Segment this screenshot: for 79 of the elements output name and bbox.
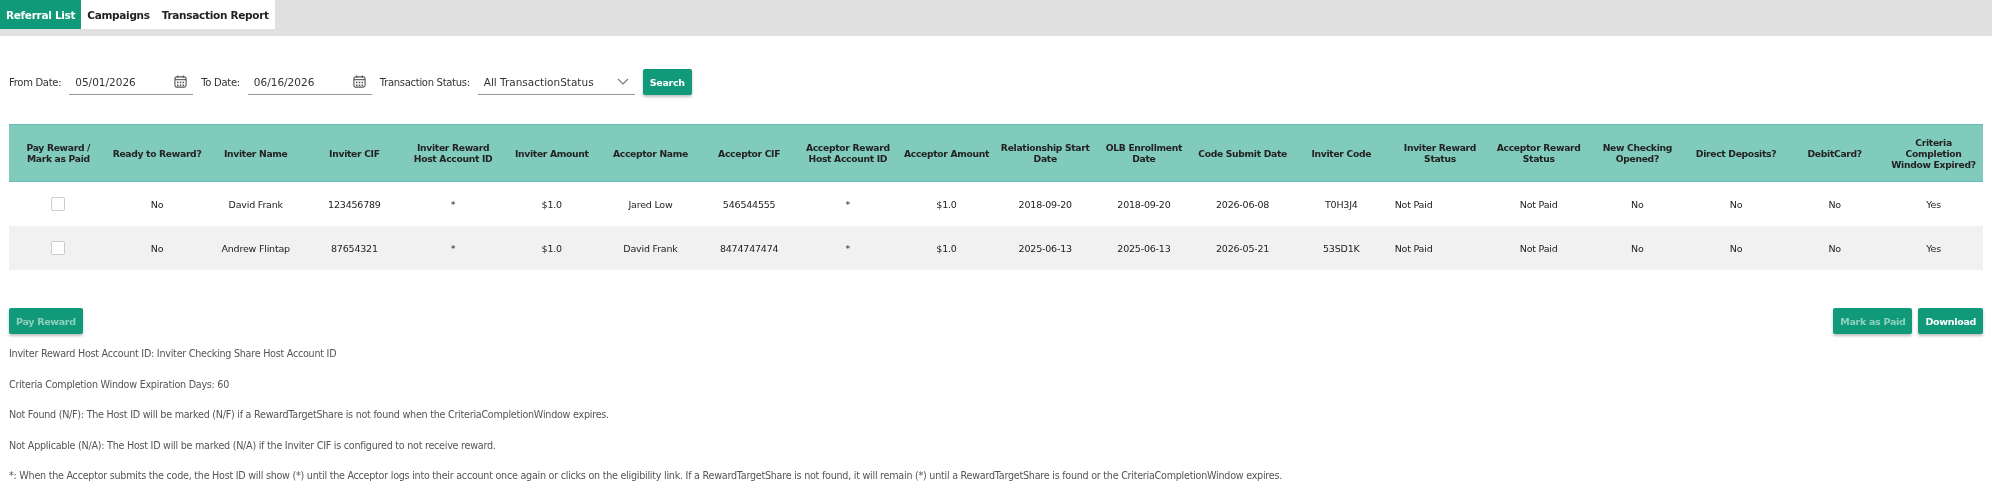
column-header: Inviter Amount (502, 124, 602, 182)
note-text: Criteria Completion Window Expiration Days: 60 (9, 378, 231, 390)
column-header: Inviter Reward Status (1390, 124, 1490, 182)
table-cell: 2018-09-20 (995, 181, 1095, 226)
date-field[interactable]: 06/16/2026 (247, 69, 372, 95)
date-field[interactable]: 05/01/2026 (69, 69, 194, 95)
search-button[interactable]: Search (642, 69, 692, 95)
calendar-icon[interactable] (352, 75, 366, 88)
column-header: Relationship Start Date (995, 124, 1095, 182)
table-cell: * (798, 226, 898, 270)
column-header: Inviter Reward Host Account ID (403, 124, 503, 182)
status-dropdown[interactable]: All TransactionStatus (477, 69, 635, 95)
row-checkbox[interactable] (51, 241, 66, 255)
column-header: Acceptor Name (601, 124, 700, 182)
column-header: DebitCard? (1785, 124, 1885, 182)
table-cell: 53SD1K (1291, 226, 1391, 270)
table-cell: * (403, 226, 503, 270)
table-cell: * (798, 181, 898, 226)
field-label: To Date: (201, 76, 240, 88)
tab[interactable]: Referral List (0, 0, 82, 29)
column-header: Acceptor Reward Status (1489, 124, 1588, 182)
table-cell: $1.0 (502, 226, 602, 270)
table-cell: Yes (1884, 181, 1983, 226)
table-cell: Not Paid (1390, 226, 1490, 270)
table-cell: No (1686, 181, 1786, 226)
column-header: Code Submit Date (1193, 124, 1292, 182)
table-cell: 2025-06-13 (1094, 226, 1194, 270)
table-cell: David Frank (206, 181, 306, 226)
note-text: *: When the Acceptor submits the code, the Host ID will show (*) until the Acceptor logs into their account once again or clicks on the eligibility link. If a RewardTargetShare is not found, it will remain (*) until a RewardTargetShare is found or the CriteriaCompletionWindow expires. (9, 470, 1284, 481)
table-cell: Not Paid (1390, 181, 1490, 226)
table-cell: No (1785, 226, 1885, 270)
action-button[interactable]: Download (1918, 308, 1983, 334)
column-header: New Checking Opened? (1588, 124, 1687, 182)
table-cell: 123456789 (305, 181, 404, 226)
calendar-icon[interactable] (174, 75, 188, 88)
column-header: Acceptor Amount (897, 124, 996, 182)
table-cell: 87654321 (305, 226, 404, 270)
table-cell: 2026-06-08 (1193, 181, 1292, 226)
table-cell: No (107, 226, 207, 270)
table-cell: 2018-09-20 (1094, 181, 1194, 226)
column-header: Inviter Name (206, 124, 306, 182)
table-cell: 2025-06-13 (995, 226, 1095, 270)
row-checkbox[interactable] (51, 197, 66, 211)
column-header: Pay Reward / Mark as Paid (9, 124, 108, 182)
table-cell: 546544555 (699, 181, 799, 226)
column-header: Acceptor CIF (699, 124, 799, 182)
note-text: Not Found (N/F): The Host ID will be marked (N/F) if a RewardTargetShare is not found when the CriteriaCompletionWindow expires. (9, 409, 610, 420)
tab[interactable]: Campaigns (81, 0, 156, 29)
column-header: Acceptor Reward Host Account ID (798, 124, 898, 182)
column-header: Criteria Completion Window Expired? (1884, 124, 1983, 182)
table-cell: 8474747474 (699, 226, 799, 270)
table-cell: No (1588, 181, 1687, 226)
table-cell: Andrew Flintap (206, 226, 306, 270)
table-cell: David Frank (601, 226, 700, 270)
column-header: Direct Deposits? (1686, 124, 1786, 182)
column-header: Ready to Reward? (107, 124, 207, 182)
note-text: Inviter Reward Host Account ID: Inviter Checking Share Host Account ID (9, 348, 338, 359)
field-label: From Date: (9, 76, 62, 88)
column-header: Inviter Code (1291, 124, 1391, 182)
table-cell: 2026-05-21 (1193, 226, 1292, 270)
table-cell: Not Paid (1489, 181, 1588, 226)
column-header: OLB Enrollment Date (1094, 124, 1194, 182)
table-cell: No (1785, 181, 1885, 226)
field-label: Transaction Status: (379, 76, 470, 88)
table-cell: No (1686, 226, 1786, 270)
tab[interactable]: Transaction Report (155, 0, 275, 29)
note-text: Not Applicable (N/A): The Host ID will be marked (N/A) if the Inviter CIF is configured to not receive reward. (9, 439, 497, 451)
table-cell: * (403, 181, 503, 226)
table-cell: No (1588, 226, 1687, 270)
table-cell: $1.0 (897, 181, 996, 226)
table-cell: Jared Low (601, 181, 700, 226)
chevron-down-icon[interactable] (616, 77, 629, 86)
table-cell: Yes (1884, 226, 1983, 270)
table-cell: $1.0 (502, 181, 602, 226)
table-cell: Not Paid (1489, 226, 1588, 270)
column-header: Inviter CIF (305, 124, 404, 182)
table-cell: No (107, 181, 207, 226)
table-cell: $1.0 (897, 226, 996, 270)
table-cell: T0H3J4 (1291, 181, 1391, 226)
